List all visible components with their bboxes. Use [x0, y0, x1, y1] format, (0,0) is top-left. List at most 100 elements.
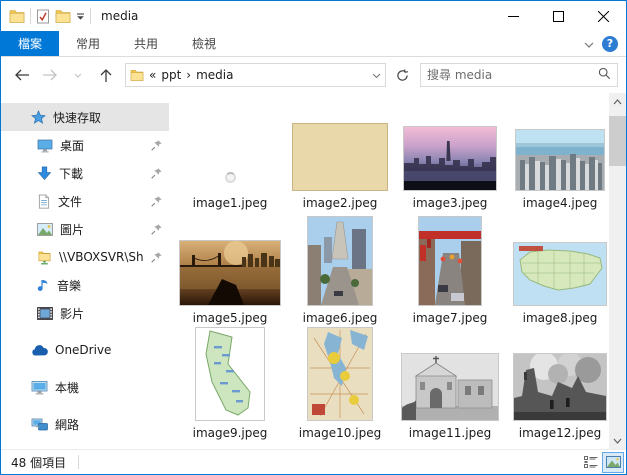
refresh-button[interactable]: [390, 63, 414, 87]
tab-view[interactable]: 檢視: [175, 31, 233, 56]
file-item[interactable]: image3.jpeg: [395, 97, 505, 212]
breadcrumb-segment-media[interactable]: media: [196, 68, 233, 82]
vertical-scrollbar[interactable]: [609, 93, 626, 449]
maximize-button[interactable]: [536, 1, 581, 31]
file-name: image10.jpeg: [298, 426, 382, 440]
sidebar-item-label: OneDrive: [55, 343, 112, 357]
close-button[interactable]: [581, 1, 626, 31]
qat-separator: [90, 8, 91, 24]
sidebar-item-documents[interactable]: 文件: [1, 187, 169, 215]
sidebar-item-music[interactable]: 音樂: [1, 271, 169, 299]
status-bar: 48 個項目: [1, 449, 626, 474]
file-thumbnail: [513, 242, 607, 306]
breadcrumb-collapsed[interactable]: «: [149, 68, 156, 82]
tab-share[interactable]: 共用: [117, 31, 175, 56]
qat-separator: [30, 8, 31, 24]
sidebar-item-pictures[interactable]: 圖片: [1, 215, 169, 243]
file-item[interactable]: image4.jpeg: [505, 97, 609, 212]
file-item[interactable]: image11.jpeg: [395, 327, 505, 442]
file-item[interactable]: image7.jpeg: [395, 212, 505, 327]
pin-icon[interactable]: [150, 195, 163, 208]
breadcrumb-segment-ppt[interactable]: ppt: [161, 68, 181, 82]
address-dropdown-chevron-icon[interactable]: [372, 68, 381, 82]
search-box: [420, 63, 618, 87]
file-item[interactable]: image5.jpeg: [175, 212, 285, 327]
tab-home[interactable]: 常用: [59, 31, 117, 56]
ribbon-tab-bar: 檔案 常用 共用 檢視 ?: [1, 31, 626, 57]
properties-check-icon[interactable]: [36, 9, 50, 24]
file-item[interactable]: image12.jpeg: [505, 327, 609, 442]
tab-file[interactable]: 檔案: [1, 31, 60, 56]
quick-access-toolbar: [1, 8, 91, 24]
window-title: media: [101, 9, 139, 23]
sidebar-item-network[interactable]: 網路: [1, 410, 169, 438]
help-button[interactable]: ?: [602, 35, 618, 52]
file-item[interactable]: image8.jpeg: [505, 212, 609, 327]
scrollbar-up-button[interactable]: [609, 93, 626, 110]
sidebar-item-label: \\VBOXSVR\Sh: [59, 250, 143, 264]
search-icon[interactable]: [598, 67, 611, 83]
recent-locations-chevron-icon[interactable]: [65, 62, 91, 88]
sidebar-item-downloads[interactable]: 下載: [1, 159, 169, 187]
items-count: 48 個項目: [11, 455, 67, 470]
address-box[interactable]: « ppt › media: [125, 63, 386, 87]
main-area: 快速存取 桌面 下載 文件 圖片 \\VBOXSVR\Sh 音樂 影片 OneD…: [1, 93, 626, 449]
file-thumbnail: [401, 353, 499, 421]
sidebar-item-label: 桌面: [60, 138, 85, 153]
forward-button[interactable]: [37, 62, 63, 88]
sidebar-item-quick-access[interactable]: 快速存取: [1, 103, 169, 131]
file-thumbnail: [307, 216, 373, 306]
scrollbar-thumb[interactable]: [609, 116, 626, 166]
pictures-icon: [37, 222, 53, 236]
pin-icon[interactable]: [150, 223, 163, 236]
file-thumbnail: [513, 353, 607, 421]
window-folder-icon[interactable]: [9, 9, 25, 23]
ribbon-right-controls: ?: [584, 31, 626, 56]
sidebar-item-label: 音樂: [57, 278, 82, 293]
up-button[interactable]: [93, 62, 119, 88]
sidebar-item-label: 快速存取: [53, 110, 102, 125]
desktop-icon: [37, 139, 53, 152]
pin-icon[interactable]: [150, 139, 163, 152]
ribbon-collapse-chevron-icon[interactable]: [584, 37, 594, 51]
back-button[interactable]: [9, 62, 35, 88]
details-view-button[interactable]: [580, 452, 602, 473]
network-drive-icon: [38, 251, 51, 264]
file-item[interactable]: image6.jpeg: [285, 212, 395, 327]
pin-icon[interactable]: [150, 251, 163, 264]
file-name: image11.jpeg: [408, 426, 492, 440]
file-item[interactable]: image10.jpeg: [285, 327, 395, 442]
sidebar-item-vboxsvr-share[interactable]: \\VBOXSVR\Sh: [1, 243, 169, 271]
sidebar-item-label: 影片: [60, 306, 85, 321]
sidebar-item-videos[interactable]: 影片: [1, 299, 169, 327]
sidebar-item-this-pc[interactable]: 本機: [1, 373, 169, 401]
onedrive-cloud-icon: [32, 344, 48, 355]
file-thumbnail: [403, 126, 497, 191]
window-controls: [491, 1, 626, 31]
file-name: image8.jpeg: [522, 311, 598, 325]
sidebar-item-desktop[interactable]: 桌面: [1, 131, 169, 159]
file-grid: image1.jpeg image2.jpeg image3.jpeg imag…: [175, 97, 609, 442]
file-name: image5.jpeg: [192, 311, 268, 325]
navigation-pane: 快速存取 桌面 下載 文件 圖片 \\VBOXSVR\Sh 音樂 影片 OneD…: [1, 93, 169, 449]
file-list-area[interactable]: image1.jpeg image2.jpeg image3.jpeg imag…: [169, 93, 609, 449]
scrollbar-down-button[interactable]: [609, 432, 626, 449]
file-name: image2.jpeg: [302, 196, 378, 210]
pin-icon[interactable]: [150, 167, 163, 180]
file-item[interactable]: image1.jpeg: [175, 97, 285, 212]
minimize-button[interactable]: [491, 1, 536, 31]
videos-film-icon: [37, 306, 53, 320]
sidebar-item-onedrive[interactable]: OneDrive: [1, 336, 169, 364]
new-folder-icon[interactable]: [55, 9, 71, 23]
file-item[interactable]: image2.jpeg: [285, 97, 395, 212]
sidebar-item-label: 文件: [58, 194, 83, 209]
qat-customize-caret-icon[interactable]: [76, 12, 85, 21]
thumbnails-view-button[interactable]: [602, 451, 624, 473]
file-thumbnail: [292, 123, 388, 191]
breadcrumb-separator-icon[interactable]: ›: [186, 68, 191, 82]
file-name: image9.jpeg: [192, 426, 268, 440]
file-thumbnail: [418, 216, 482, 306]
file-item[interactable]: image9.jpeg: [175, 327, 285, 442]
search-input[interactable]: [427, 68, 594, 82]
